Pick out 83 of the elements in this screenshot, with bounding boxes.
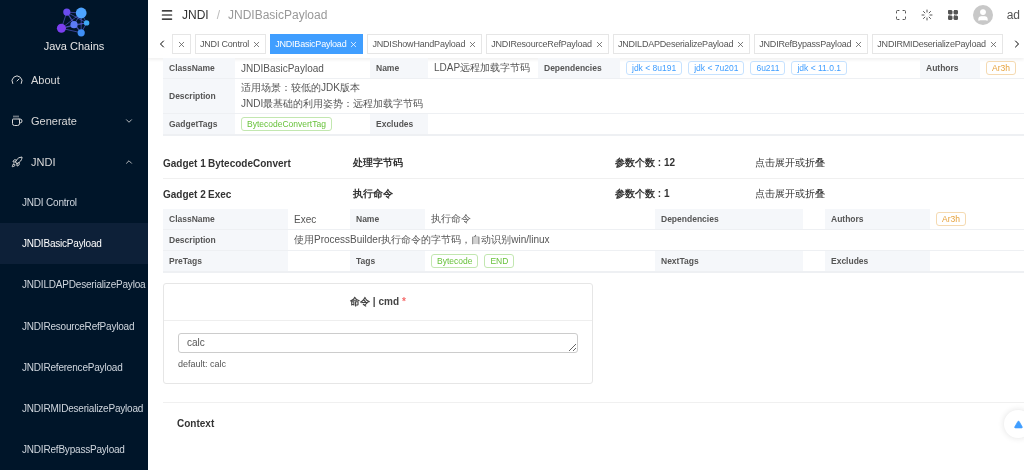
gadget-name: BytecodeConvert (208, 157, 292, 169)
rocket-icon (11, 155, 23, 168)
gauge-icon (11, 74, 23, 87)
close-icon[interactable] (594, 39, 604, 49)
submenu-item[interactable]: JNDIRefBypassPayload (0, 428, 148, 470)
up-triangle-icon (1013, 419, 1023, 429)
tag: jdk < 11.0.1 (791, 61, 847, 75)
close-icon[interactable] (349, 39, 359, 49)
coffee-cup-icon (11, 115, 23, 127)
fullscreen-icon[interactable] (894, 9, 907, 21)
gadget-title: 处理字节码 (353, 156, 404, 170)
menu-item[interactable]: JNDI (0, 141, 148, 182)
table-header-cell: Excludes (370, 114, 428, 135)
close-icon[interactable] (252, 39, 262, 49)
table-header-cell: GadgetTags (163, 114, 235, 135)
tag: jdk < 7u201 (688, 61, 745, 75)
table-header-cell: Name (370, 58, 428, 79)
user-name[interactable]: ad (1006, 8, 1020, 22)
param-count: 参数个数 : 1 (615, 187, 671, 201)
tag: 6u211 (750, 61, 786, 75)
spinner-icon[interactable] (920, 9, 933, 21)
table-header-cell: Description (163, 230, 288, 251)
table-header-cell: Dependencies (538, 58, 620, 79)
gadget-title: 执行命令 (353, 187, 394, 201)
breadcrumb-separator: / (216, 8, 220, 22)
param-count: 参数个数 : 12 (615, 156, 676, 170)
submenu-item[interactable]: JNDILDAPDeserializePayloa (0, 264, 148, 306)
menu-icon[interactable] (160, 8, 174, 22)
grid-icon[interactable] (946, 9, 959, 21)
submenu-item[interactable]: JNDI Control (0, 181, 148, 224)
tag: Bytecode (431, 254, 479, 268)
table-header-cell: Dependencies (655, 209, 803, 230)
close-icon[interactable] (854, 39, 864, 49)
gadget-label: Gadget 1 (163, 157, 207, 169)
table-header-cell: PreTags (163, 251, 288, 272)
tab[interactable]: JNDI Control (195, 34, 267, 54)
close-icon[interactable] (177, 39, 186, 49)
toggle-hint[interactable]: 点击展开或折叠 (755, 187, 1024, 201)
submenu-item[interactable]: JNDIReferencePayload (0, 346, 148, 388)
table-header-cell: Tags (350, 251, 425, 272)
tab[interactable]: JNDIShowHandPayload (367, 34, 483, 54)
tab[interactable]: JNDIRefBypassPayload (754, 34, 869, 54)
menu-item[interactable]: Generate (0, 100, 148, 142)
gadget-row[interactable]: Gadget 1 BytecodeConvert 处理字节码 参数个数 : 12 点击展开或折叠 (163, 148, 1024, 179)
table-header-cell: NextTags (655, 251, 803, 272)
description-text: JNDI最基础的利用姿势：远程加载字节码 (241, 97, 424, 111)
close-icon[interactable] (988, 39, 998, 49)
breadcrumb-item[interactable]: JNDI (182, 8, 209, 22)
table-header-cell: ClassName (163, 58, 235, 79)
submenu-item[interactable]: JNDIRMIDeserializePayload (0, 387, 148, 429)
table-header-cell: Authors (920, 58, 980, 79)
tag: jdk < 8u191 (626, 61, 683, 75)
gadget-name: Exec (208, 188, 233, 200)
table-header-cell: ClassName (163, 209, 288, 230)
table-header-cell: Name (350, 209, 425, 230)
tab[interactable]: JNDIResourceRefPayload (486, 34, 609, 54)
tag: END (484, 254, 515, 268)
table-header-cell: Authors (825, 209, 930, 230)
toggle-hint[interactable]: 点击展开或折叠 (755, 156, 1024, 170)
section-title: Context (177, 418, 215, 429)
logo-text: Java Chains (43, 40, 105, 52)
back-to-top-button[interactable] (1004, 410, 1024, 438)
menu-item[interactable]: About (0, 60, 148, 101)
gadget-row[interactable]: Gadget 2 Exec 执行命令 参数个数 : 1 点击展开或折叠 (163, 179, 1024, 209)
input-field[interactable]: calc (178, 333, 578, 353)
tab[interactable] (172, 34, 191, 54)
tag: BytecodeConvertTag (241, 117, 332, 131)
tag: Ar3h (986, 61, 1016, 75)
submenu-item[interactable]: JNDIBasicPayload (0, 223, 148, 265)
close-icon[interactable] (736, 39, 746, 49)
network-logo-icon (56, 6, 92, 38)
tab[interactable]: JNDILDAPDeserializePayload (612, 34, 751, 54)
gadget-label: Gadget 2 (163, 188, 207, 200)
tab[interactable]: JNDIRMIDeserializePayload (872, 34, 1003, 54)
submenu-item[interactable]: JNDIResourceRefPayload (0, 305, 148, 347)
table-cell: 执行命令 (425, 209, 655, 230)
table-header-cell: Excludes (825, 251, 930, 272)
tag: Ar3h (936, 212, 966, 226)
default-hint: default: calc (178, 359, 228, 369)
description-text: 适用场景：较低的JDK版本 (241, 81, 360, 95)
table-header-cell: Description (163, 79, 235, 114)
close-icon[interactable] (468, 39, 478, 49)
parameter-title: 命令 | cmd * (350, 295, 406, 309)
